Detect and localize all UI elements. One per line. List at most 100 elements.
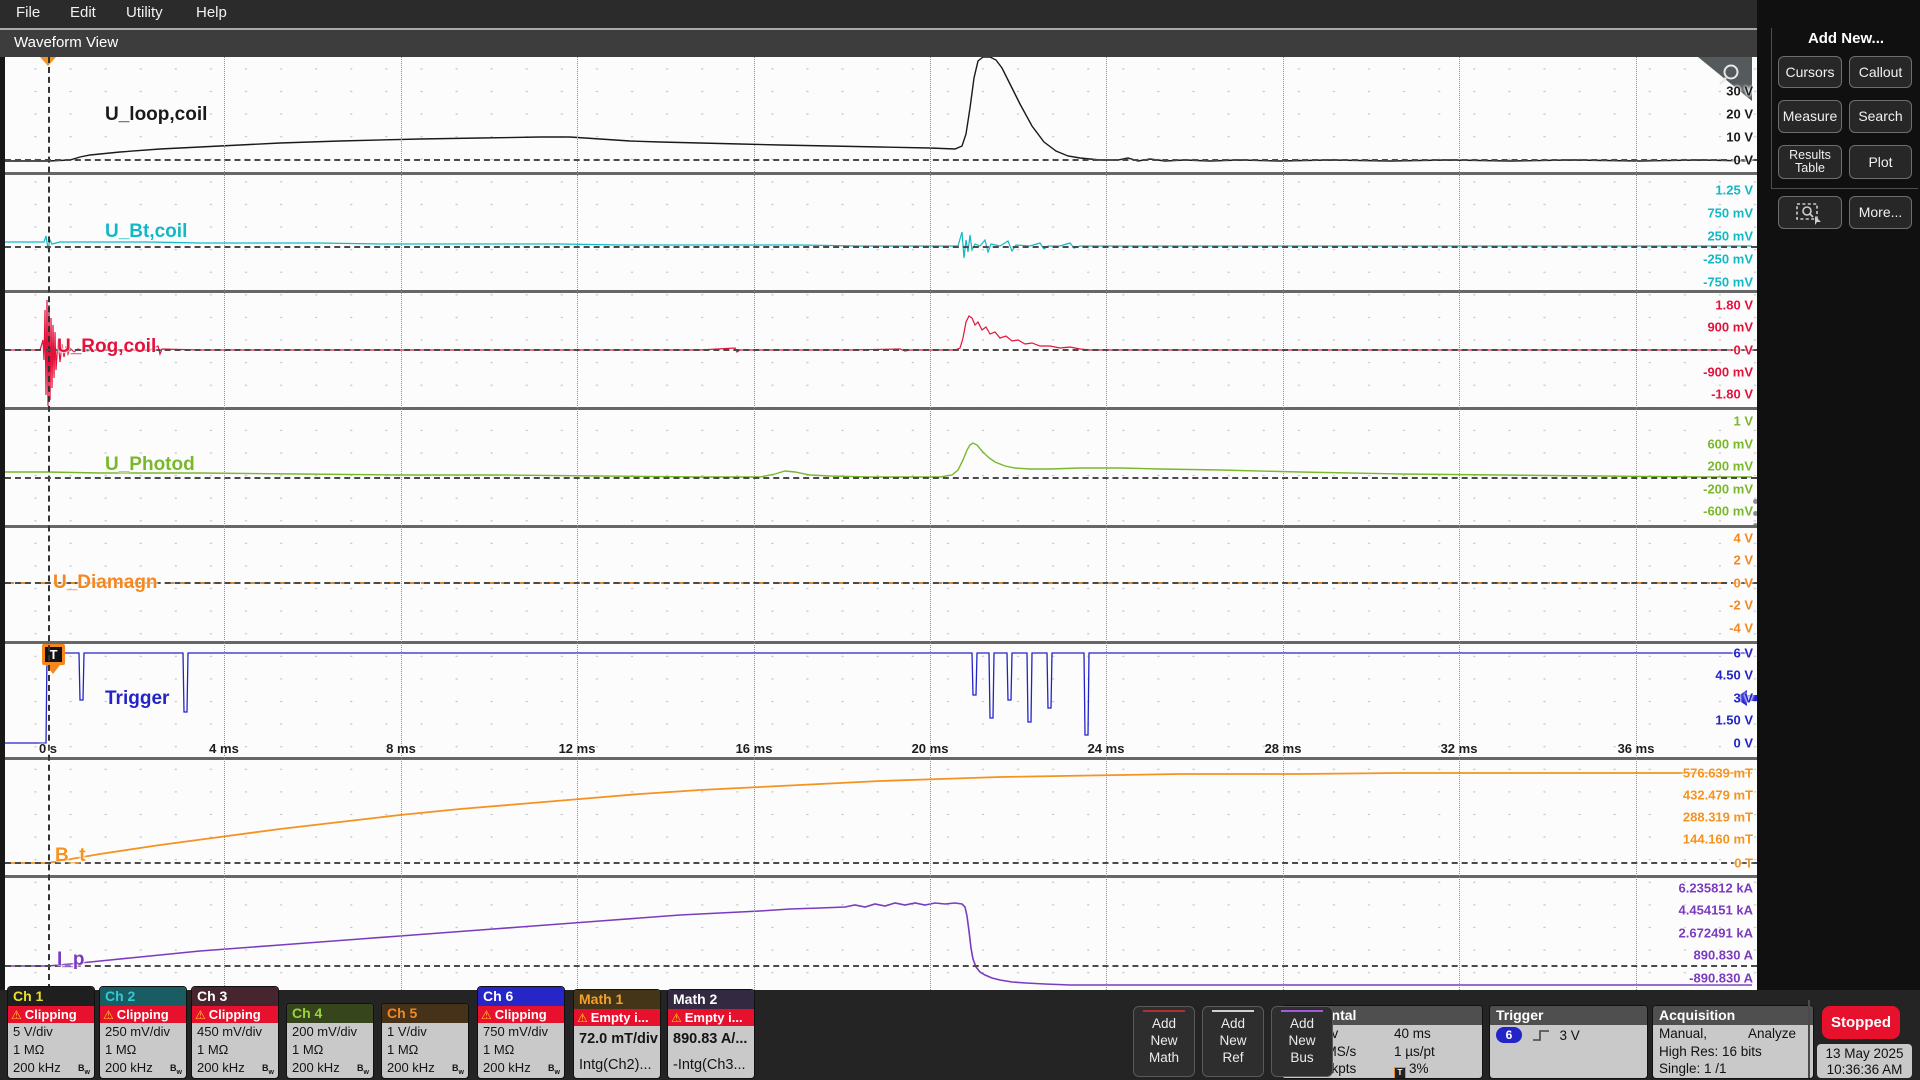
axis-label: -750 mV bbox=[1703, 275, 1753, 290]
tab-bar: Waveform View T bbox=[0, 28, 1757, 57]
sidebar-button-cursors[interactable]: Cursors bbox=[1778, 56, 1842, 88]
menu-item-file[interactable]: File bbox=[16, 4, 40, 21]
grid-vertical-line bbox=[754, 57, 755, 990]
sidebar-button-plot[interactable]: Plot bbox=[1849, 145, 1912, 179]
bottom-bar-divider bbox=[1808, 1000, 1810, 1078]
channel-settings-badge-ch3[interactable]: Ch 3⚠Clipping450 mV/div1 MΩ200 kHzBw bbox=[192, 987, 278, 1078]
zero-reference-line bbox=[5, 477, 1757, 479]
axis-label: -600 mV bbox=[1703, 504, 1753, 519]
bandwidth-limit-icon: Bw bbox=[262, 1059, 274, 1078]
acquisition-count: Single: 1 /1 bbox=[1653, 1060, 1813, 1078]
axis-label: 0 V bbox=[1733, 736, 1753, 751]
axis-label: 900 mV bbox=[1707, 320, 1753, 335]
trigger-panel[interactable]: Trigger 6 3 V bbox=[1490, 1006, 1647, 1078]
waveform-graticule bbox=[5, 57, 1757, 990]
sidebar-button-search[interactable]: Search bbox=[1849, 100, 1912, 133]
sidebar-button-results-table[interactable]: Results Table bbox=[1778, 145, 1842, 179]
channel-label-c6[interactable]: Trigger bbox=[105, 688, 169, 710]
trigger-source-badge: 6 bbox=[1496, 1027, 1522, 1043]
channel-settings-row: 1 MΩ bbox=[478, 1041, 564, 1059]
grid-vertical-line bbox=[1106, 57, 1107, 990]
channel-label-c5[interactable]: U_Diamagn bbox=[53, 572, 158, 594]
clipping-warning: ⚠Clipping bbox=[478, 1006, 564, 1023]
channel-settings-badge-ch1[interactable]: Ch 1⚠Clipping5 V/div1 MΩ200 kHzBw bbox=[8, 987, 94, 1078]
grid-vertical-line bbox=[577, 57, 578, 990]
time-axis-label: 24 ms bbox=[1088, 741, 1125, 756]
channel-label-c4[interactable]: U_Photod bbox=[105, 454, 195, 476]
add-new-math-button[interactable]: AddNewMath bbox=[1133, 1006, 1195, 1077]
button-accent-line bbox=[1281, 1010, 1323, 1012]
warning-icon: ⚠ bbox=[195, 1009, 206, 1021]
acquisition-panel[interactable]: Acquisition Manual,Analyze High Res: 16 … bbox=[1653, 1006, 1813, 1078]
channel-settings-row: 1 MΩ bbox=[382, 1041, 468, 1059]
warning-icon: ⚠ bbox=[103, 1009, 114, 1021]
channel-label-c1[interactable]: U_loop,coil bbox=[105, 104, 207, 126]
channel-settings-badge-math2[interactable]: Math 2⚠Empty i...890.83 A/...-Intg(Ch3..… bbox=[668, 990, 754, 1078]
channel-settings-badge-math1[interactable]: Math 1⚠Empty i...72.0 mT/divIntg(Ch2)... bbox=[574, 990, 660, 1078]
channel-settings-row: Intg(Ch2)... bbox=[574, 1052, 660, 1078]
time-axis-label: 36 ms bbox=[1618, 741, 1655, 756]
axis-label: 30 V bbox=[1726, 84, 1753, 99]
channel-settings-badge-ch4[interactable]: Ch 4200 mV/div1 MΩ200 kHzBw bbox=[287, 1004, 373, 1078]
channel-settings-header: Ch 4 bbox=[287, 1004, 373, 1023]
grid-vertical-line bbox=[1283, 57, 1284, 990]
oscilloscope-screen: FileEditUtilityHelp Tektronix Waveform V… bbox=[0, 0, 1920, 1080]
trigger-time-marker[interactable]: T bbox=[42, 644, 65, 665]
channel-label-m2[interactable]: I_p bbox=[57, 949, 84, 971]
zoom-select-button[interactable] bbox=[1778, 196, 1842, 229]
add-new-bus-button[interactable]: AddNewBus bbox=[1271, 1006, 1333, 1077]
time-axis-label: 16 ms bbox=[736, 741, 773, 756]
axis-label: -890.830 A bbox=[1689, 971, 1753, 986]
axis-label: 20 V bbox=[1726, 107, 1753, 122]
button-accent-line bbox=[1212, 1010, 1254, 1012]
time-axis-label: 20 ms bbox=[912, 741, 949, 756]
datetime-badge[interactable]: 13 May 2025 10:36:36 AM bbox=[1817, 1044, 1912, 1078]
run-state-badge[interactable]: Stopped bbox=[1822, 1006, 1900, 1039]
channel-settings-badge-ch6[interactable]: Ch 6⚠Clipping750 mV/div1 MΩ200 kHzBw bbox=[478, 987, 564, 1078]
channel-settings-row: 200 kHzBw bbox=[478, 1059, 564, 1077]
channel-label-c2[interactable]: U_Bt,coil bbox=[105, 221, 187, 243]
trigger-level-value: 3 V bbox=[1560, 1028, 1580, 1043]
bandwidth-limit-icon: Bw bbox=[548, 1059, 560, 1078]
sidebar-divider bbox=[1771, 188, 1918, 189]
trigger-panel-title: Trigger bbox=[1490, 1006, 1647, 1025]
button-accent-line bbox=[1143, 1010, 1185, 1012]
channel-settings-row: 200 mV/div bbox=[287, 1023, 373, 1041]
channel-settings-header: Ch 6 bbox=[478, 987, 564, 1006]
channel-settings-row: 200 kHzBw bbox=[382, 1059, 468, 1077]
axis-label: 288.319 mT bbox=[1683, 810, 1753, 825]
more-button[interactable]: More... bbox=[1849, 196, 1912, 229]
sidebar-button-measure[interactable]: Measure bbox=[1778, 100, 1842, 133]
axis-label: 1.25 V bbox=[1715, 183, 1753, 198]
channel-settings-row: 200 kHzBw bbox=[287, 1059, 373, 1077]
bandwidth-limit-icon: Bw bbox=[452, 1059, 464, 1078]
bandwidth-limit-icon: Bw bbox=[78, 1059, 90, 1078]
bandwidth-limit-icon: Bw bbox=[357, 1059, 369, 1078]
slice-separator bbox=[5, 172, 1757, 175]
menu-item-edit[interactable]: Edit bbox=[70, 4, 96, 21]
axis-label: 1.50 V bbox=[1715, 713, 1753, 728]
sidebar-button-callout[interactable]: Callout bbox=[1849, 56, 1912, 88]
zero-reference-line bbox=[5, 349, 1757, 351]
channel-settings-badge-ch5[interactable]: Ch 51 V/div1 MΩ200 kHzBw bbox=[382, 1004, 468, 1078]
axis-label: -900 mV bbox=[1703, 365, 1753, 380]
axis-label: 6 V bbox=[1733, 646, 1753, 661]
axis-label: -200 mV bbox=[1703, 482, 1753, 497]
clipping-warning: ⚠Clipping bbox=[192, 1006, 278, 1023]
channel-settings-row: 200 kHzBw bbox=[192, 1059, 278, 1077]
tab-waveform-view[interactable]: Waveform View bbox=[14, 34, 118, 51]
clipping-warning: ⚠Clipping bbox=[100, 1006, 186, 1023]
time-axis-label: 28 ms bbox=[1265, 741, 1302, 756]
time-axis-label: 8 ms bbox=[386, 741, 416, 756]
add-new-ref-button[interactable]: AddNewRef bbox=[1202, 1006, 1264, 1077]
channel-settings-header: Ch 1 bbox=[8, 987, 94, 1006]
menu-item-help[interactable]: Help bbox=[196, 4, 227, 21]
time-axis-label: 12 ms bbox=[559, 741, 596, 756]
slice-separator bbox=[5, 290, 1757, 293]
menu-item-utility[interactable]: Utility bbox=[126, 4, 163, 21]
channel-settings-badge-ch2[interactable]: Ch 2⚠Clipping250 mV/div1 MΩ200 kHzBw bbox=[100, 987, 186, 1078]
warning-icon: ⚠ bbox=[671, 1012, 682, 1024]
channel-label-m1[interactable]: B_t bbox=[55, 845, 86, 867]
channel-label-c3[interactable]: U_Rog,coil bbox=[57, 336, 156, 358]
channel-settings-row: 200 kHzBw bbox=[100, 1059, 186, 1077]
